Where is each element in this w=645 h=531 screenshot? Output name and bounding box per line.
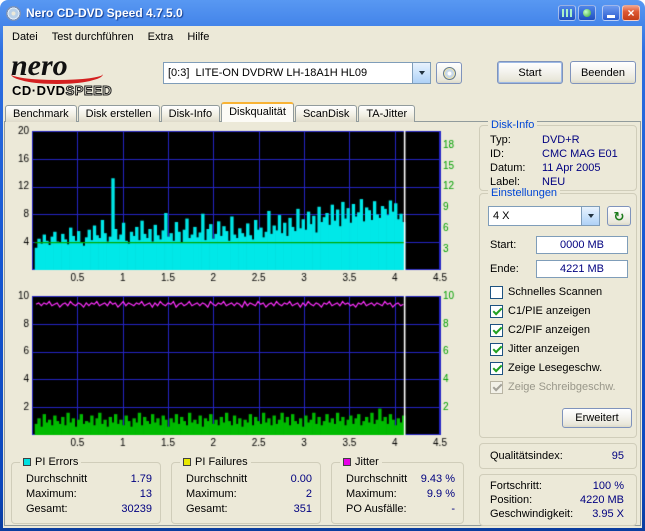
chevron-down-icon [418,71,425,75]
start-button[interactable]: Start [497,61,563,84]
drive-select[interactable]: [0:3] LITE-ON DVDRW LH-18A1H HL09 [163,62,431,84]
app-icon [6,5,21,21]
refresh-speeds-button[interactable]: ↻ [607,206,631,226]
checkbox-icon [490,342,503,356]
pi-failures-panel-title: PI Failures [195,456,248,468]
close-button[interactable]: × [622,5,640,21]
settings-panel: Einstellungen 4 X ↻ Start: 0000 MB Ende:… [479,187,637,438]
start-button-label: Start [518,66,542,79]
tab-page-diskqualitaet: PI Errors Durchschnitt 1.79 Maximum: 13 Ge… [4,119,641,526]
start-position-field[interactable]: 0000 MB [536,236,628,254]
pi-avg-value: 1.79 [130,473,152,485]
progress-value: 100 % [592,480,624,492]
tab-disk-info[interactable]: Disk-Info [160,105,221,122]
tab-disk-erstellen[interactable]: Disk erstellen [77,105,160,122]
advanced-button[interactable]: Erweitert [562,408,632,428]
speed-dropdown-button[interactable] [581,207,599,225]
pi-failures-color-swatch [183,458,191,466]
po-failures-value: - [451,503,455,515]
pif-avg-value: 0.00 [290,473,312,485]
logo-speed: SPEED [65,83,113,99]
pi-errors-color-swatch [23,458,31,466]
eject-disc-button[interactable] [436,62,462,84]
quality-index-label: Qualitätsindex: [490,450,563,462]
menu-test-durchfuehren[interactable]: Test durchführen [45,29,141,45]
checkbox-zeige-lesegeschw[interactable]: Zeige Lesegeschw. [490,360,602,376]
quit-button-label: Beenden [580,66,626,79]
drive-dropdown-button[interactable] [412,63,430,83]
tab-benchmark[interactable]: Benchmark [5,105,77,122]
checkbox-c1-pie[interactable]: C1/PIE anzeigen [490,303,591,319]
pi-errors-chart [10,124,462,284]
disc-icon [583,9,591,17]
jitter-panel-title: Jitter [355,456,379,468]
disk-info-title: Disk-Info [488,119,538,131]
client-area: Datei Test durchführen Extra Hilfe nero … [3,26,642,528]
scan-speed-value: 4 X [493,210,510,222]
titlebar[interactable]: Nero CD-DVD Speed 4.7.5.0 × [0,0,645,26]
checkbox-icon [490,304,503,318]
quit-button[interactable]: Beenden [570,61,636,84]
tab-diskqualitaet[interactable]: Diskqualität [221,102,294,122]
media-id-value: CMC MAG E01 [542,148,618,160]
logo-swoosh [11,64,103,84]
checkbox-icon [490,380,503,394]
refresh-icon: ↻ [613,208,625,224]
logo-cddvd: CD·DVD [12,83,66,98]
window-title: Nero CD-DVD Speed 4.7.5.0 [26,6,183,20]
checkbox-icon [490,323,503,337]
progress-panel: Fortschritt: 100 % Position: 4220 MB Gesch… [479,474,637,526]
jitter-panel: Jitter Durchschnitt 9.43 % Maximum: 9.9 % … [331,456,464,524]
pif-jitter-chart [10,289,462,449]
titlebar-buttons: × [558,5,640,21]
minimize-icon [607,15,615,18]
checkbox-schnelles-scannen[interactable]: Schnelles Scannen [490,284,602,300]
checkbox-c2-pif[interactable]: C2/PIF anzeigen [490,322,590,338]
pi-total-value: 30239 [121,503,152,515]
end-position-field[interactable]: 4221 MB [536,260,628,278]
app-window: Nero CD-DVD Speed 4.7.5.0 × Datei Test d… [0,0,645,531]
quality-index-value: 95 [611,450,624,462]
drive-select-value: [0:3] LITE-ON DVDRW LH-18A1H HL09 [168,67,368,79]
tab-scandisk[interactable]: ScanDisk [294,105,358,122]
menubar: Datei Test durchführen Extra Hilfe [3,28,642,46]
nero-logo: nero CD·DVDSPEED [11,51,161,99]
scan-speed-select[interactable]: 4 X [488,206,600,226]
pif-total-value: 351 [293,503,312,515]
menu-datei[interactable]: Datei [5,29,45,45]
quality-index-panel: Qualitätsindex: 95 [479,443,637,469]
pi-failures-panel: PI Failures Durchschnitt 0.00 Maximum: 2 G… [171,456,321,524]
tab-bar: Benchmark Disk erstellen Disk-Info Diskq… [5,102,416,122]
date-value: 11 Apr 2005 [542,162,601,174]
graph-window-button[interactable] [558,5,576,21]
jitter-avg-value: 9.43 % [420,473,455,485]
settings-title: Einstellungen [488,187,561,199]
pi-errors-panel: PI Errors Durchschnitt 1.79 Maximum: 13 Ge… [11,456,161,524]
menu-hilfe[interactable]: Hilfe [180,29,216,45]
pi-max-value: 13 [139,488,152,500]
minimize-button[interactable] [602,5,620,21]
disc-type-value: DVD+R [542,134,580,146]
tab-ta-jitter[interactable]: TA-Jitter [358,105,416,122]
disk-info-panel: Disk-Info Typ: DVD+R ID: CMC MAG E01 Datum… [479,119,637,191]
cd-icon [442,66,456,80]
checkbox-zeige-schreibgeschw[interactable]: Zeige Schreibgeschw. [490,379,616,395]
checkbox-icon [490,285,503,299]
bar-chart-icon [562,9,572,17]
checkbox-jitter[interactable]: Jitter anzeigen [490,341,580,357]
jitter-max-value: 9.9 % [426,488,455,500]
advanced-button-label: Erweitert [575,412,619,424]
chevron-down-icon [587,214,594,218]
position-value: 4220 MB [579,494,624,506]
close-icon: × [627,6,635,20]
pi-errors-panel-title: PI Errors [35,456,79,468]
checkbox-icon [490,361,503,375]
speed-value: 3.95 X [592,508,624,520]
jitter-color-swatch [343,458,351,466]
pif-max-value: 2 [305,488,312,500]
menu-extra[interactable]: Extra [141,29,181,45]
disc-window-button[interactable] [578,5,596,21]
